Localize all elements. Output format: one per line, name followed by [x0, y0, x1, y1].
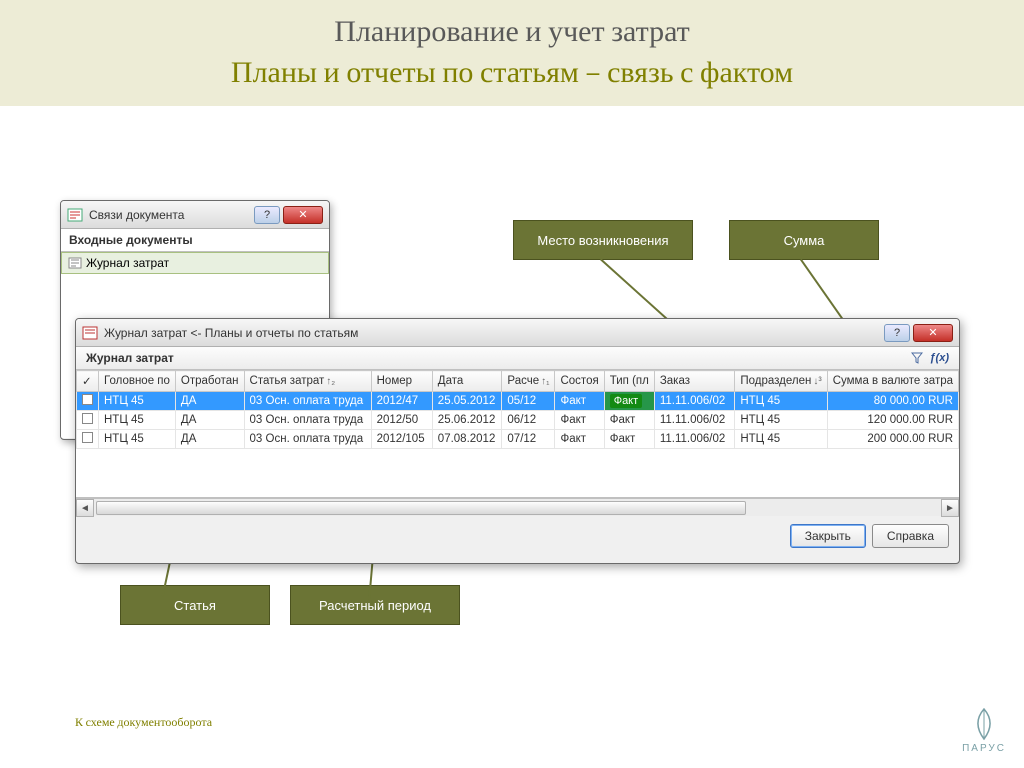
- checkbox[interactable]: [82, 413, 93, 424]
- cell-state: Факт: [555, 411, 604, 430]
- app-icon: [67, 207, 83, 223]
- callout-sum: Сумма: [729, 220, 879, 260]
- cell-order: 11.11.006/02: [654, 430, 735, 449]
- titlebar[interactable]: Журнал затрат <- Планы и отчеты по стать…: [76, 319, 959, 347]
- help-button[interactable]: ?: [884, 324, 910, 342]
- brand-logo: ПАРУС: [962, 707, 1006, 754]
- col-date[interactable]: Дата: [432, 371, 502, 392]
- cell-period: 05/12: [502, 392, 555, 411]
- table-row[interactable]: НТЦ 45 ДА 03 Осн. оплата труда 2012/50 2…: [77, 411, 959, 430]
- col-dept[interactable]: Подразделен↓³: [735, 371, 827, 392]
- page-subtitle: Планы и отчеты по статьям – связь с факт…: [0, 55, 1024, 90]
- cell-type: Факт: [604, 392, 654, 411]
- col-processed[interactable]: Отработан: [175, 371, 244, 392]
- col-check[interactable]: ✓: [77, 371, 99, 392]
- cell-date: 07.08.2012: [432, 430, 502, 449]
- checkbox[interactable]: [82, 432, 93, 443]
- col-article[interactable]: Статья затрат↑₂: [244, 371, 371, 392]
- cell-head: НТЦ 45: [99, 392, 176, 411]
- cell-number: 2012/47: [371, 392, 432, 411]
- cell-dept: НТЦ 45: [735, 392, 827, 411]
- button-bar: Закрыть Справка: [76, 516, 959, 556]
- section-bar: Журнал затрат ƒ(x): [76, 347, 959, 370]
- col-order[interactable]: Заказ: [654, 371, 735, 392]
- col-amount[interactable]: Сумма в валюте затра: [827, 371, 958, 392]
- checkbox[interactable]: [82, 394, 93, 405]
- journal-icon: [68, 256, 82, 270]
- list-item[interactable]: Журнал затрат: [61, 252, 329, 274]
- cell-date: 25.06.2012: [432, 411, 502, 430]
- scroll-right-icon[interactable]: ►: [941, 499, 959, 517]
- cell-number: 2012/50: [371, 411, 432, 430]
- cell-date: 25.05.2012: [432, 392, 502, 411]
- help-button[interactable]: ?: [254, 206, 280, 224]
- cell-amount: 80 000.00 RUR: [827, 392, 958, 411]
- scroll-left-icon[interactable]: ◄: [76, 499, 94, 517]
- col-state[interactable]: Состоя: [555, 371, 604, 392]
- cell-dept: НТЦ 45: [735, 411, 827, 430]
- cell-head: НТЦ 45: [99, 411, 176, 430]
- table-header-row: ✓ Головное по Отработан Статья затрат↑₂ …: [77, 371, 959, 392]
- slide-header: Планирование и учет затрат Планы и отчет…: [0, 0, 1024, 106]
- table-row[interactable]: НТЦ 45 ДА 03 Осн. оплата труда 2012/47 2…: [77, 392, 959, 411]
- cell-processed: ДА: [175, 392, 244, 411]
- cell-dept: НТЦ 45: [735, 430, 827, 449]
- callout-period: Расчетный период: [290, 585, 460, 625]
- app-icon: [82, 325, 98, 341]
- list-item-label: Журнал затрат: [86, 256, 169, 270]
- cell-number: 2012/105: [371, 430, 432, 449]
- close-button[interactable]: ✕: [283, 206, 323, 224]
- callout-place: Место возникновения: [513, 220, 693, 260]
- cell-type: Факт: [604, 411, 654, 430]
- cell-state: Факт: [555, 392, 604, 411]
- brand-name: ПАРУС: [962, 743, 1006, 754]
- close-button[interactable]: Закрыть: [790, 524, 866, 548]
- help-button[interactable]: Справка: [872, 524, 949, 548]
- window-title: Журнал затрат <- Планы и отчеты по стать…: [104, 326, 358, 340]
- cell-article: 03 Осн. оплата труда: [244, 411, 371, 430]
- table-row[interactable]: НТЦ 45 ДА 03 Осн. оплата труда 2012/105 …: [77, 430, 959, 449]
- filter-icon[interactable]: [911, 352, 923, 364]
- page-title: Планирование и учет затрат: [0, 14, 1024, 49]
- cell-amount: 120 000.00 RUR: [827, 411, 958, 430]
- cell-article: 03 Осн. оплата труда: [244, 430, 371, 449]
- col-type[interactable]: Тип (пл: [604, 371, 654, 392]
- section-title: Журнал затрат: [86, 351, 174, 365]
- scroll-thumb[interactable]: [96, 501, 746, 515]
- cell-processed: ДА: [175, 411, 244, 430]
- section-header: Входные документы: [61, 229, 329, 252]
- horizontal-scrollbar[interactable]: ◄ ►: [76, 498, 959, 516]
- cell-amount: 200 000.00 RUR: [827, 430, 958, 449]
- cell-type: Факт: [604, 430, 654, 449]
- cell-article: 03 Осн. оплата труда: [244, 392, 371, 411]
- col-period[interactable]: Расче↑₁: [502, 371, 555, 392]
- cell-order: 11.11.006/02: [654, 392, 735, 411]
- cell-order: 11.11.006/02: [654, 411, 735, 430]
- titlebar[interactable]: Связи документа ? ✕: [61, 201, 329, 229]
- cell-head: НТЦ 45: [99, 430, 176, 449]
- window-title: Связи документа: [89, 208, 184, 222]
- col-number[interactable]: Номер: [371, 371, 432, 392]
- cell-period: 06/12: [502, 411, 555, 430]
- callout-article: Статья: [120, 585, 270, 625]
- cell-state: Факт: [555, 430, 604, 449]
- data-grid: ✓ Головное по Отработан Статья затрат↑₂ …: [76, 370, 959, 498]
- window-cost-journal: Журнал затрат <- Планы и отчеты по стать…: [75, 318, 960, 564]
- cell-period: 07/12: [502, 430, 555, 449]
- close-button[interactable]: ✕: [913, 324, 953, 342]
- col-head[interactable]: Головное по: [99, 371, 176, 392]
- cell-processed: ДА: [175, 430, 244, 449]
- footer-link[interactable]: К схеме документооборота: [75, 715, 212, 730]
- fx-button[interactable]: ƒ(x): [929, 352, 949, 364]
